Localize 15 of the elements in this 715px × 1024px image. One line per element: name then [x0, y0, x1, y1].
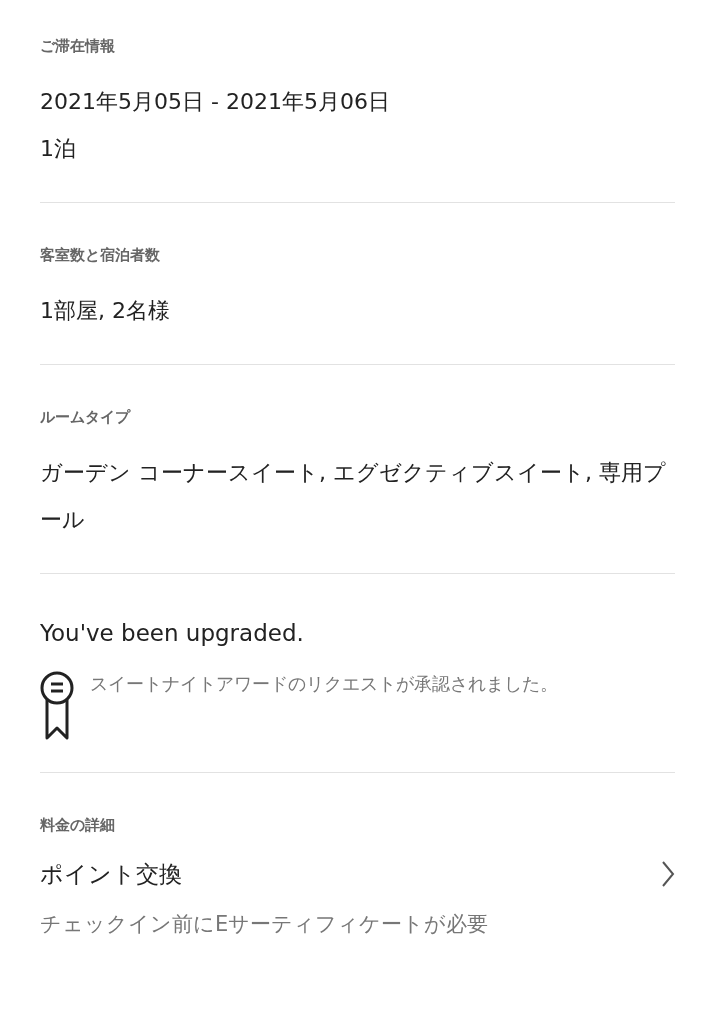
chevron-right-icon	[661, 860, 675, 888]
section-value: 1部屋, 2名様	[40, 297, 171, 325]
section-value: ガーデン コーナースイート, エグゼクティブスイート, 専用プール	[40, 459, 667, 534]
points-redemption-row[interactable]: ポイント交換 チェックイン前にEサーティフィケートが必要	[40, 857, 675, 941]
upgrade-message: スイートナイトアワードのリクエストが承認されました。	[90, 672, 559, 696]
row-title: ポイント交換	[40, 860, 183, 889]
section-label: 料金の詳細	[40, 815, 116, 835]
section-value: 2021年5月05日 - 2021年5月06日	[40, 88, 391, 116]
section-label: ルームタイプ	[40, 407, 132, 427]
upgrade-title: You've been upgraded.	[40, 619, 305, 648]
award-ribbon-icon	[40, 670, 74, 742]
section-label: ご滞在情報	[40, 36, 116, 56]
section-value: 1泊	[40, 135, 77, 163]
row-note: チェックイン前にEサーティフィケートが必要	[40, 911, 489, 938]
section-label: 客室数と宿泊者数	[40, 245, 161, 265]
